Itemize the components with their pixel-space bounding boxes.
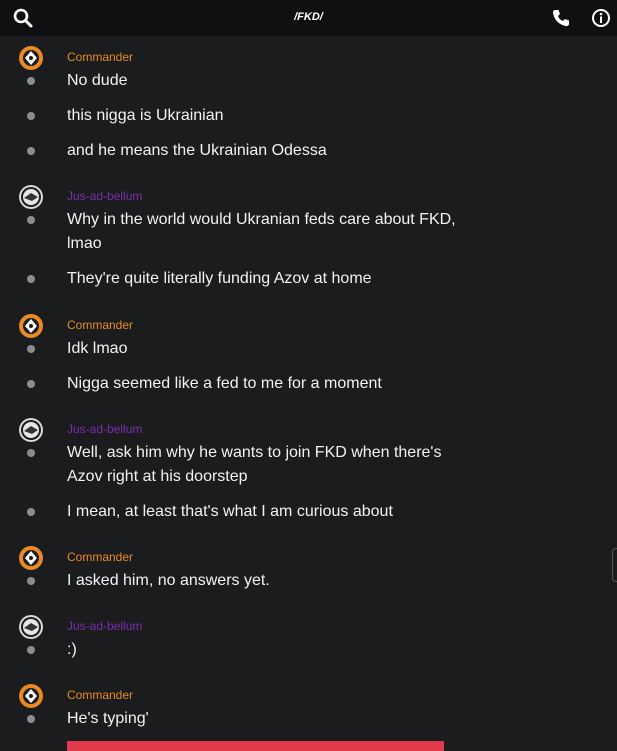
avatar-jus-ad-bellum[interactable] — [18, 417, 44, 443]
avatar-jus-ad-bellum[interactable] — [18, 614, 44, 640]
message-bullet — [27, 449, 35, 457]
message-text: Why in the world would Ukranian feds car… — [67, 211, 456, 252]
message-bullet — [27, 345, 35, 353]
message-text: He's typing' — [67, 710, 149, 727]
message-text: I mean, at least that's what I am curiou… — [67, 503, 393, 520]
message-bullet — [27, 646, 35, 654]
author-name: Commander — [67, 688, 134, 702]
message-text: I asked him, no answers yet. — [67, 572, 270, 589]
avatar-commander[interactable] — [18, 683, 44, 709]
author-name: Jus-ad-bellum — [67, 189, 143, 203]
message-bullet — [27, 112, 35, 120]
message-text: They're quite literally funding Azov at … — [67, 270, 372, 287]
side-panel-handle[interactable] — [612, 548, 617, 582]
author-name: Commander — [67, 50, 134, 64]
message-bullet — [27, 275, 35, 283]
message-bullet — [27, 77, 35, 85]
message-text: and he means the Ukrainian Odessa — [67, 142, 327, 159]
message-bullet — [27, 715, 35, 723]
message-bullet — [27, 147, 35, 155]
message-text: No dude — [67, 72, 128, 89]
message-bullet — [27, 380, 35, 388]
top-bar: /FKD/ — [0, 0, 617, 36]
avatar-commander[interactable] — [18, 545, 44, 571]
info-icon[interactable] — [591, 8, 611, 28]
message-text: this nigga is Ukrainian — [67, 107, 224, 124]
avatar-commander[interactable] — [18, 45, 44, 71]
message-bullet — [27, 216, 35, 224]
chat-title: /FKD/ — [294, 11, 323, 23]
message-text: Idk lmao — [67, 340, 128, 357]
avatar-commander[interactable] — [18, 313, 44, 339]
message-bullet — [27, 508, 35, 516]
message-text: :) — [67, 641, 77, 658]
avatar-jus-ad-bellum[interactable] — [18, 184, 44, 210]
message-text: Well, ask him why he wants to join FKD w… — [67, 444, 442, 485]
message-text: Nigga seemed like a fed to me for a mome… — [67, 375, 382, 392]
author-name: Commander — [67, 550, 134, 564]
message-bullet — [27, 577, 35, 585]
phone-icon[interactable] — [551, 8, 571, 28]
typing-indicator-bar — [67, 741, 444, 751]
author-name: Jus-ad-bellum — [67, 619, 143, 633]
author-name: Jus-ad-bellum — [67, 422, 143, 436]
author-name: Commander — [67, 318, 134, 332]
